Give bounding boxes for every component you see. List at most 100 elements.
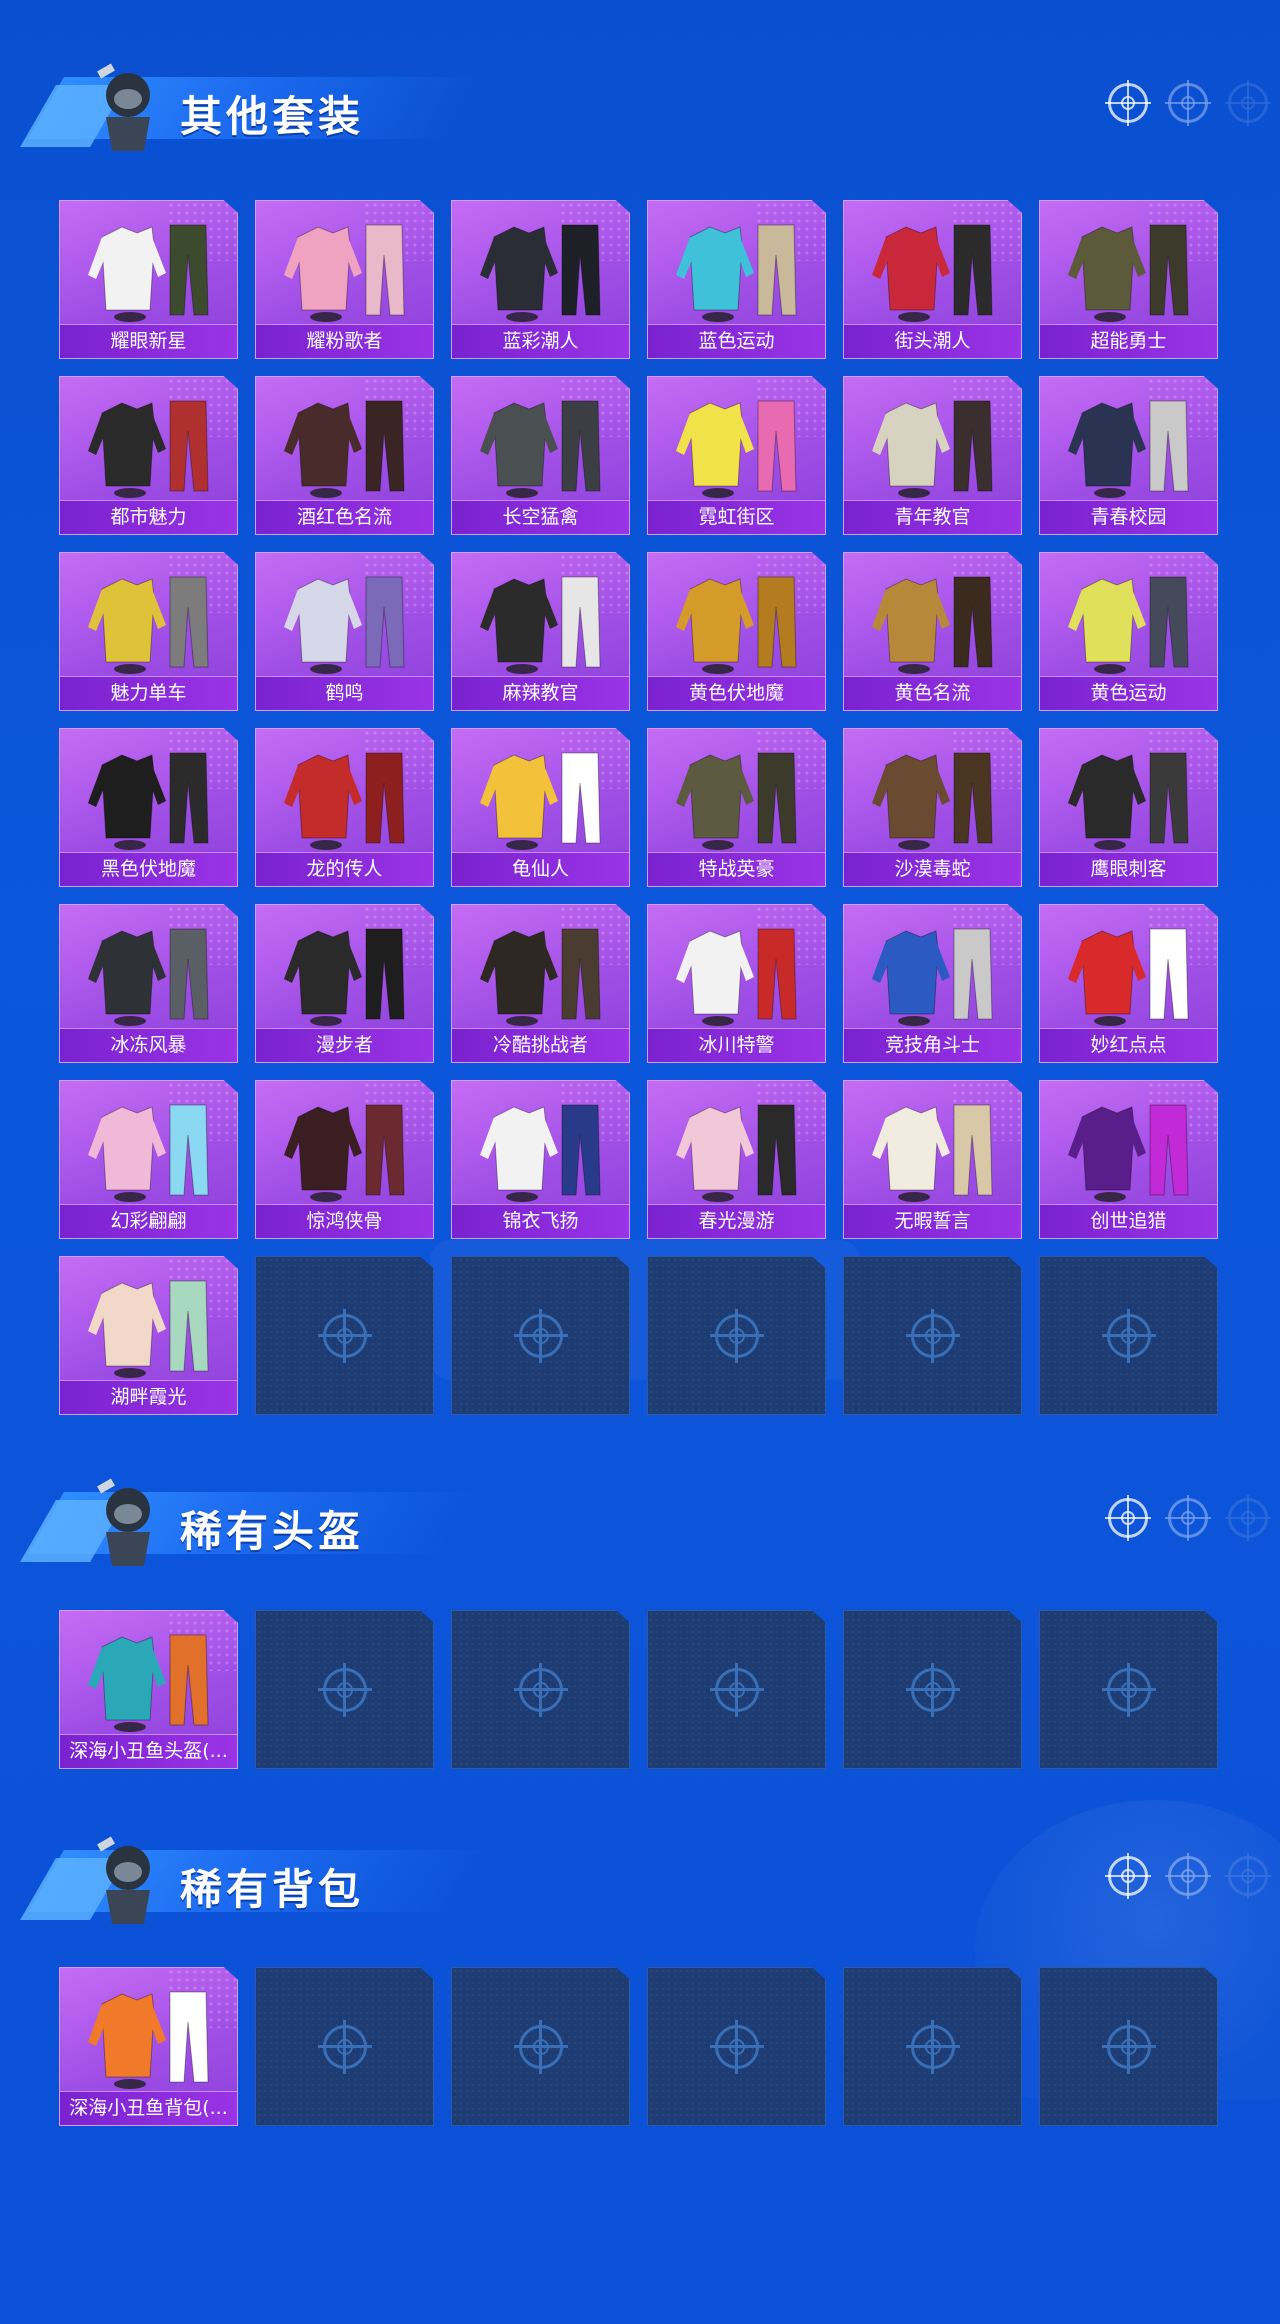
item-tile[interactable]: 超能勇士 bbox=[1039, 200, 1218, 359]
item-name: 龟仙人 bbox=[452, 852, 629, 886]
item-tile[interactable]: 湖畔霞光 bbox=[59, 1256, 238, 1415]
item-image bbox=[480, 224, 601, 322]
item-tile[interactable]: 霓虹街区 bbox=[647, 376, 826, 535]
crosshair-icon bbox=[905, 1308, 960, 1363]
item-tile[interactable]: 沙漠毒蛇 bbox=[843, 728, 1022, 887]
item-tile[interactable]: 黑色伏地魔 bbox=[59, 728, 238, 887]
item-tile[interactable]: 深海小丑鱼头盔(... bbox=[59, 1610, 238, 1769]
item-tile[interactable]: 无暇誓言 bbox=[843, 1080, 1022, 1239]
crosshair-icon bbox=[905, 1662, 960, 1717]
item-image bbox=[1068, 752, 1189, 850]
item-tile[interactable]: 冰川特警 bbox=[647, 904, 826, 1063]
item-tile[interactable]: 惊鸿侠骨 bbox=[255, 1080, 434, 1239]
header-decoration bbox=[1105, 1853, 1271, 1899]
item-tile[interactable]: 龙的传人 bbox=[255, 728, 434, 887]
item-image bbox=[480, 752, 601, 850]
item-name: 龙的传人 bbox=[256, 852, 433, 886]
empty-slot bbox=[1039, 1610, 1218, 1769]
empty-slot bbox=[647, 1610, 826, 1769]
item-tile[interactable]: 幻彩翩翩 bbox=[59, 1080, 238, 1239]
crosshair-icon bbox=[709, 1662, 764, 1717]
item-tile[interactable]: 特战英豪 bbox=[647, 728, 826, 887]
item-name: 深海小丑鱼头盔(... bbox=[60, 1734, 237, 1768]
mascot-icon bbox=[97, 1478, 150, 1566]
item-tile[interactable]: 漫步者 bbox=[255, 904, 434, 1063]
item-name: 霓虹街区 bbox=[648, 500, 825, 534]
header-decoration bbox=[1105, 1495, 1271, 1541]
item-image bbox=[872, 928, 993, 1026]
item-tile[interactable]: 魅力单车 bbox=[59, 552, 238, 711]
item-tile[interactable]: 龟仙人 bbox=[451, 728, 630, 887]
item-name: 沙漠毒蛇 bbox=[844, 852, 1021, 886]
item-tile[interactable]: 青春校园 bbox=[1039, 376, 1218, 535]
crosshair-icon bbox=[1101, 1662, 1156, 1717]
section-header: 其他套装 bbox=[20, 55, 1271, 155]
item-tile[interactable]: 酒红色名流 bbox=[255, 376, 434, 535]
item-name: 魅力单车 bbox=[60, 676, 237, 710]
item-tile[interactable]: 黄色伏地魔 bbox=[647, 552, 826, 711]
item-tile[interactable]: 妙红点点 bbox=[1039, 904, 1218, 1063]
item-image bbox=[88, 1280, 209, 1378]
item-tile[interactable]: 深海小丑鱼背包(... bbox=[59, 1967, 238, 2126]
item-tile[interactable]: 竞技角斗士 bbox=[843, 904, 1022, 1063]
item-name: 耀粉歌者 bbox=[256, 324, 433, 358]
empty-slot bbox=[255, 1256, 434, 1415]
empty-slot bbox=[843, 1610, 1022, 1769]
item-image bbox=[872, 752, 993, 850]
item-tile[interactable]: 蓝色运动 bbox=[647, 200, 826, 359]
item-tile[interactable]: 春光漫游 bbox=[647, 1080, 826, 1239]
item-name: 深海小丑鱼背包(... bbox=[60, 2091, 237, 2125]
item-image bbox=[88, 752, 209, 850]
header-decoration bbox=[1105, 80, 1271, 126]
item-tile[interactable]: 鹤鸣 bbox=[255, 552, 434, 711]
crosshair-icon bbox=[1225, 80, 1271, 126]
item-tile[interactable]: 冷酷挑战者 bbox=[451, 904, 630, 1063]
item-name: 创世追猎 bbox=[1040, 1204, 1217, 1238]
item-name: 耀眼新星 bbox=[60, 324, 237, 358]
item-image bbox=[1068, 400, 1189, 498]
item-name: 黄色运动 bbox=[1040, 676, 1217, 710]
item-tile[interactable]: 创世追猎 bbox=[1039, 1080, 1218, 1239]
item-name: 鹤鸣 bbox=[256, 676, 433, 710]
section-title: 稀有背包 bbox=[180, 1865, 365, 1914]
crosshair-icon bbox=[513, 1308, 568, 1363]
item-name: 竞技角斗士 bbox=[844, 1028, 1021, 1062]
item-tile[interactable]: 长空猛禽 bbox=[451, 376, 630, 535]
crosshair-icon bbox=[709, 2019, 764, 2074]
item-name: 街头潮人 bbox=[844, 324, 1021, 358]
crosshair-icon bbox=[709, 1308, 764, 1363]
item-tile[interactable]: 耀眼新星 bbox=[59, 200, 238, 359]
crosshair-icon bbox=[1105, 1853, 1151, 1899]
crosshair-icon bbox=[513, 2019, 568, 2074]
item-image bbox=[284, 928, 405, 1026]
item-tile[interactable]: 蓝彩潮人 bbox=[451, 200, 630, 359]
item-name: 惊鸿侠骨 bbox=[256, 1204, 433, 1238]
item-tile[interactable]: 黄色名流 bbox=[843, 552, 1022, 711]
crosshair-icon bbox=[1165, 1853, 1211, 1899]
item-image bbox=[480, 928, 601, 1026]
item-image bbox=[88, 928, 209, 1026]
item-tile[interactable]: 都市魅力 bbox=[59, 376, 238, 535]
empty-slot bbox=[647, 1967, 826, 2126]
item-image bbox=[872, 224, 993, 322]
crosshair-icon bbox=[513, 1662, 568, 1717]
item-name: 春光漫游 bbox=[648, 1204, 825, 1238]
item-tile[interactable]: 麻辣教官 bbox=[451, 552, 630, 711]
item-image bbox=[88, 400, 209, 498]
item-tile[interactable]: 青年教官 bbox=[843, 376, 1022, 535]
item-name: 漫步者 bbox=[256, 1028, 433, 1062]
section-header: 稀有头盔 bbox=[20, 1470, 1271, 1570]
section-title: 稀有头盔 bbox=[180, 1507, 365, 1556]
crosshair-icon bbox=[1225, 1495, 1271, 1541]
item-image bbox=[1068, 224, 1189, 322]
item-tile[interactable]: 黄色运动 bbox=[1039, 552, 1218, 711]
mascot-icon bbox=[97, 63, 150, 151]
item-tile[interactable]: 鹰眼刺客 bbox=[1039, 728, 1218, 887]
item-tile[interactable]: 耀粉歌者 bbox=[255, 200, 434, 359]
crosshair-icon bbox=[1165, 1495, 1211, 1541]
item-tile[interactable]: 锦衣飞扬 bbox=[451, 1080, 630, 1239]
item-tile[interactable]: 街头潮人 bbox=[843, 200, 1022, 359]
section-title: 其他套装 bbox=[180, 92, 365, 141]
item-name: 黑色伏地魔 bbox=[60, 852, 237, 886]
item-tile[interactable]: 冰冻风暴 bbox=[59, 904, 238, 1063]
